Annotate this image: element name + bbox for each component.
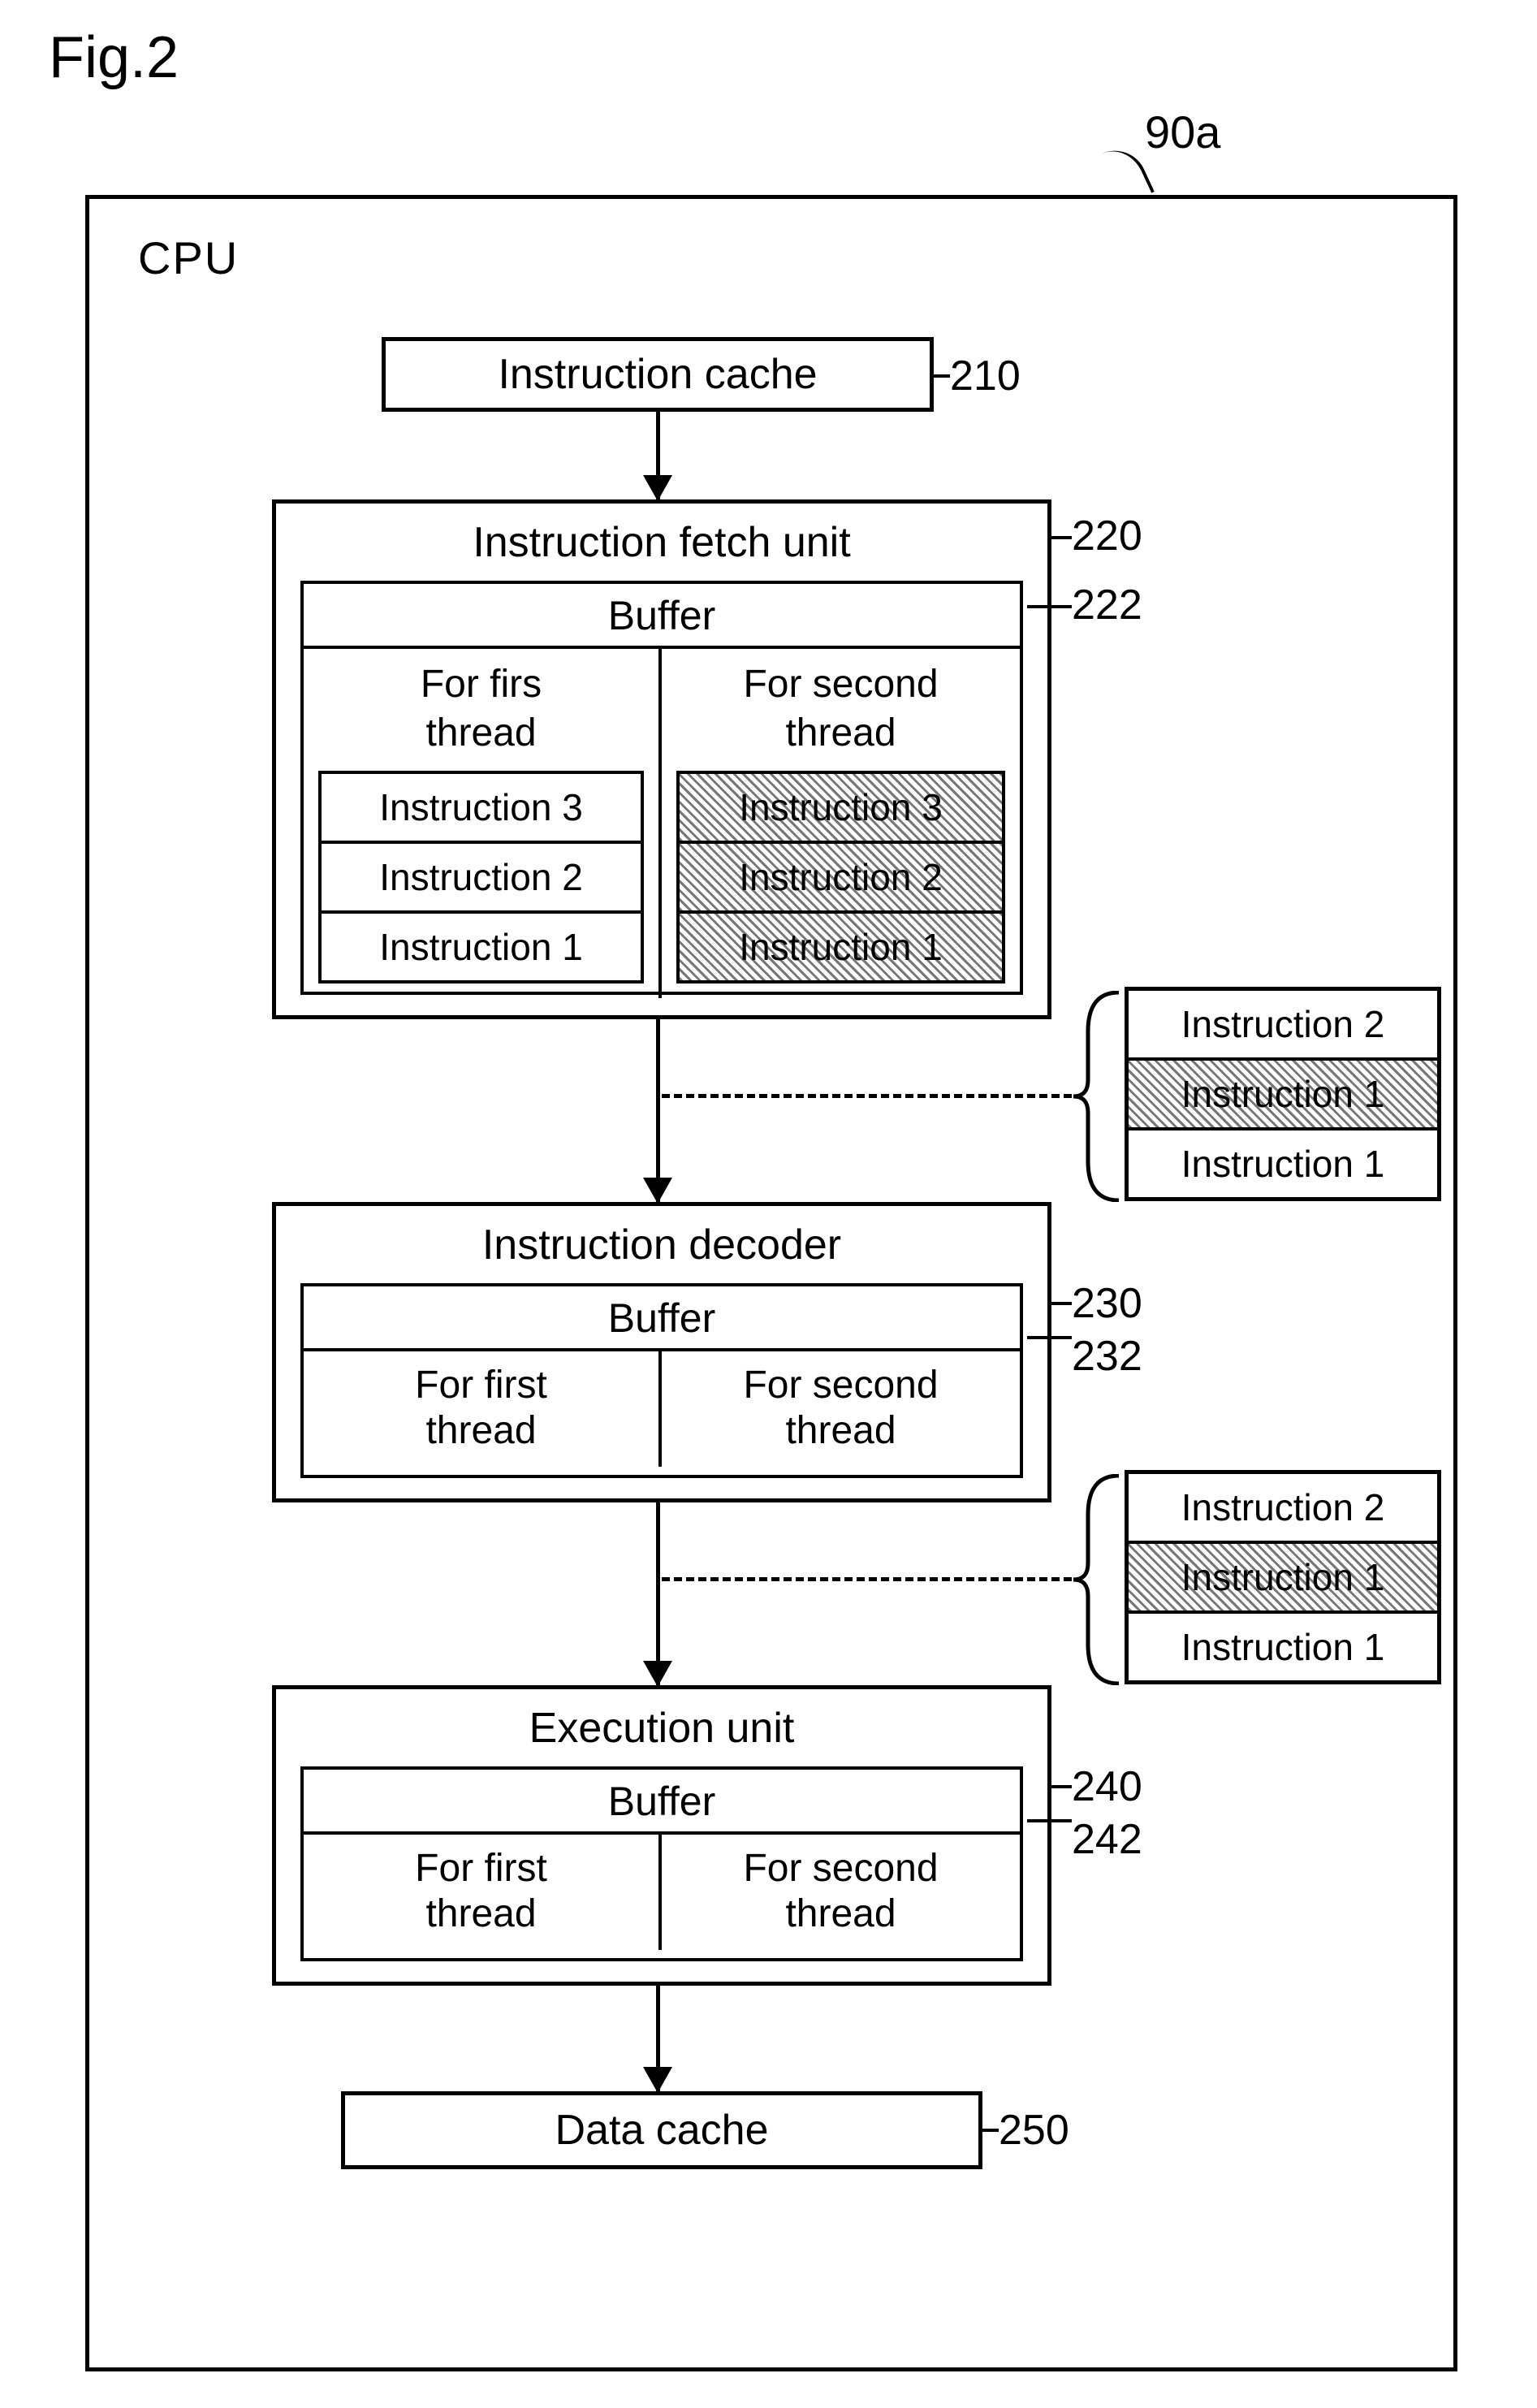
fetch-col2-header: For second thread [662, 655, 1020, 766]
callout-242: 242 [1072, 1815, 1142, 1864]
side1-row: Instruction 1 [1129, 1131, 1437, 1197]
fetch-buffer-box: Buffer For firs thread Instruction 3 Ins… [300, 581, 1023, 995]
exec-col2: For secondthread [662, 1835, 1020, 1950]
leader-232 [1027, 1336, 1072, 1339]
exec-buffer-box: Buffer For firstthread For secondthread [300, 1766, 1023, 1961]
side2-row: Instruction 1 [1129, 1544, 1437, 1614]
instruction-cache-label: Instruction cache [498, 350, 817, 399]
exec-title: Execution unit [276, 1689, 1047, 1761]
data-cache-block: Data cache [341, 2091, 982, 2169]
data-cache-label: Data cache [555, 2106, 768, 2155]
figure-label: Fig.2 [49, 24, 179, 91]
outer-ref-label: 90a [1145, 106, 1220, 158]
callout-240: 240 [1072, 1762, 1142, 1811]
fetch-col1-item: Instruction 1 [322, 914, 641, 980]
decoder-col2: For secondthread [662, 1351, 1020, 1467]
cpu-label: CPU [138, 231, 239, 284]
side-group-2: Instruction 2 Instruction 1 Instruction … [1125, 1470, 1441, 1684]
fetch-col2-stack: Instruction 3 Instruction 2 Instruction … [676, 771, 1005, 984]
cpu-box: CPU Instruction cache 210 Instruction fe… [85, 195, 1457, 2371]
leader-230 [1051, 1302, 1072, 1305]
fetch-buffer-label: Buffer [304, 584, 1020, 649]
instruction-cache-block: Instruction cache [382, 337, 934, 412]
leader-240 [1051, 1785, 1072, 1788]
callout-232: 232 [1072, 1332, 1142, 1381]
side-group-1: Instruction 2 Instruction 1 Instruction … [1125, 987, 1441, 1201]
leader-210 [934, 374, 950, 378]
instruction-fetch-unit-block: Instruction fetch unit Buffer For firs t… [272, 499, 1051, 1019]
dashed-line-2 [662, 1577, 1072, 1581]
fetch-col2-item: Instruction 1 [680, 914, 1002, 980]
callout-210: 210 [950, 352, 1021, 400]
fetch-col1-item: Instruction 2 [322, 844, 641, 914]
decoder-title: Instruction decoder [276, 1206, 1047, 1277]
fetch-col-first-thread: For firs thread Instruction 3 Instructio… [304, 649, 662, 998]
fetch-col1-item: Instruction 3 [322, 774, 641, 844]
fetch-col1-stack: Instruction 3 Instruction 2 Instruction … [318, 771, 644, 984]
decoder-buffer-box: Buffer For firstthread For secondthread [300, 1283, 1023, 1478]
instruction-decoder-block: Instruction decoder Buffer For firstthre… [272, 1202, 1051, 1502]
side2-row: Instruction 2 [1129, 1474, 1437, 1544]
execution-unit-block: Execution unit Buffer For firstthread Fo… [272, 1685, 1051, 1986]
decoder-buffer-label: Buffer [304, 1286, 1020, 1351]
leader-222 [1027, 605, 1072, 608]
decoder-col1: For firstthread [304, 1351, 662, 1467]
fetch-columns: For firs thread Instruction 3 Instructio… [304, 649, 1020, 998]
callout-220: 220 [1072, 512, 1142, 560]
fetch-col1-header: For firs thread [304, 655, 658, 766]
fetch-title: Instruction fetch unit [276, 504, 1047, 572]
exec-buffer-label: Buffer [304, 1770, 1020, 1835]
dashed-line-1 [662, 1094, 1072, 1098]
fetch-col2-item: Instruction 3 [680, 774, 1002, 844]
side1-row: Instruction 2 [1129, 991, 1437, 1061]
brace-2 [1072, 1474, 1120, 1685]
leader-242 [1027, 1819, 1072, 1822]
callout-222: 222 [1072, 581, 1142, 629]
side1-row: Instruction 1 [1129, 1061, 1437, 1131]
fetch-col2-item: Instruction 2 [680, 844, 1002, 914]
exec-col1: For firstthread [304, 1835, 662, 1950]
callout-230: 230 [1072, 1279, 1142, 1328]
leader-220 [1051, 536, 1072, 539]
fetch-col-second-thread: For second thread Instruction 3 Instruct… [662, 649, 1020, 998]
decoder-columns: For firstthread For secondthread [304, 1351, 1020, 1467]
leader-250 [982, 2129, 999, 2132]
brace-1 [1072, 991, 1120, 1202]
callout-250: 250 [999, 2106, 1069, 2155]
exec-columns: For firstthread For secondthread [304, 1835, 1020, 1950]
side2-row: Instruction 1 [1129, 1614, 1437, 1680]
